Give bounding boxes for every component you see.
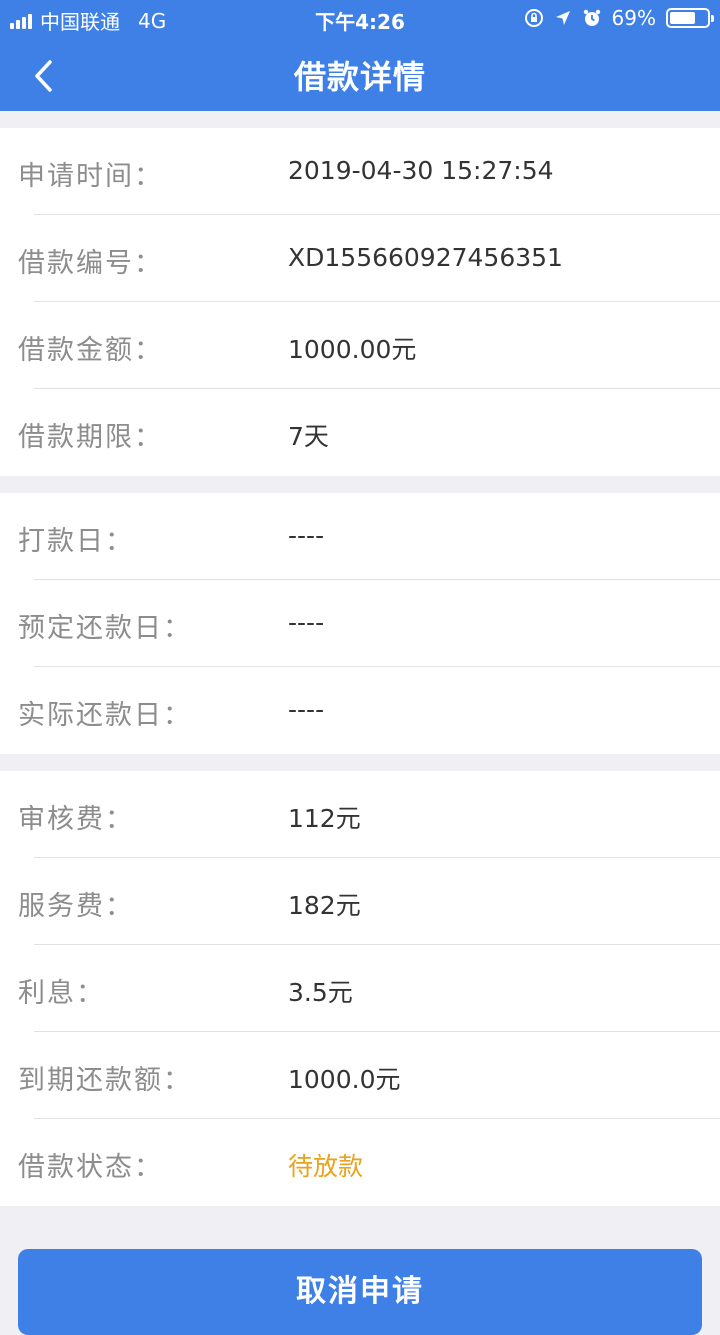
detail-row-payout-date: 打款日： ---- [0,493,720,580]
row-label: 到期还款额： [18,1065,192,1096]
row-label: 打款日： [18,526,134,557]
page-title: 借款详情 [293,58,426,96]
detail-row-service-fee: 服务费： 182元 [0,858,720,945]
detail-row-loan-amount: 借款金额： 1000.00元 [0,302,720,389]
row-label: 服务费： [18,891,134,922]
status-right: 69% [524,6,714,30]
detail-row-actual-repayment-date: 实际还款日： ---- [0,667,720,754]
row-value: ---- [288,608,325,637]
row-value: 3.5元 [288,978,353,1007]
row-value: ---- [288,521,325,550]
row-label: 审核费： [18,804,134,835]
detail-row-loan-term: 借款期限： 7天 [0,389,720,476]
location-arrow-icon [555,11,570,25]
row-value: ---- [288,695,325,724]
detail-row-loan-status: 借款状态： 待放款 [0,1119,720,1206]
row-label: 借款状态： [18,1152,163,1183]
row-value: 2019-04-30 15:27:54 [288,156,554,185]
row-label: 实际还款日： [18,700,192,731]
battery-level-fill [670,12,695,24]
detail-row-review-fee: 审核费： 112元 [0,771,720,858]
row-label: 借款金额： [18,335,163,366]
loan-fees-section: 审核费： 112元 服务费： 182元 利息： 3.5元 到期还款额： 1000… [0,771,720,1206]
row-value: 1000.0元 [288,1065,401,1094]
row-label: 利息： [18,978,105,1009]
detail-row-loan-number: 借款编号： XD155660927456351 [0,215,720,302]
cancel-application-button[interactable]: 取消申请 [18,1249,702,1335]
battery-percent: 69% [611,6,656,30]
row-label: 预定还款日： [18,613,192,644]
row-value: 182元 [288,891,361,920]
battery-icon [666,8,714,28]
status-bar: 中国联通 4G 下午4:26 69% [0,0,720,36]
detail-row-apply-time: 申请时间： 2019-04-30 15:27:54 [0,128,720,215]
row-value: 112元 [288,804,361,833]
nav-bar: 借款详情 [0,36,720,111]
loan-dates-section: 打款日： ---- 预定还款日： ---- 实际还款日： ---- [0,493,720,754]
loan-basic-section: 申请时间： 2019-04-30 15:27:54 借款编号： XD155660… [0,128,720,476]
detail-row-interest: 利息： 3.5元 [0,945,720,1032]
orientation-lock-icon [524,9,543,27]
row-value: XD155660927456351 [288,243,563,272]
detail-row-due-amount: 到期还款额： 1000.0元 [0,1032,720,1119]
top-bar: 中国联通 4G 下午4:26 69% 借款详情 [0,0,720,111]
detail-row-scheduled-repayment-date: 预定还款日： ---- [0,580,720,667]
row-label: 借款期限： [18,422,163,453]
alarm-icon [583,9,600,26]
row-value: 1000.00元 [288,335,417,364]
row-label: 申请时间： [18,161,163,192]
status-badge: 待放款 [288,1152,364,1181]
row-value: 7天 [288,422,329,451]
row-label: 借款编号： [18,248,163,279]
